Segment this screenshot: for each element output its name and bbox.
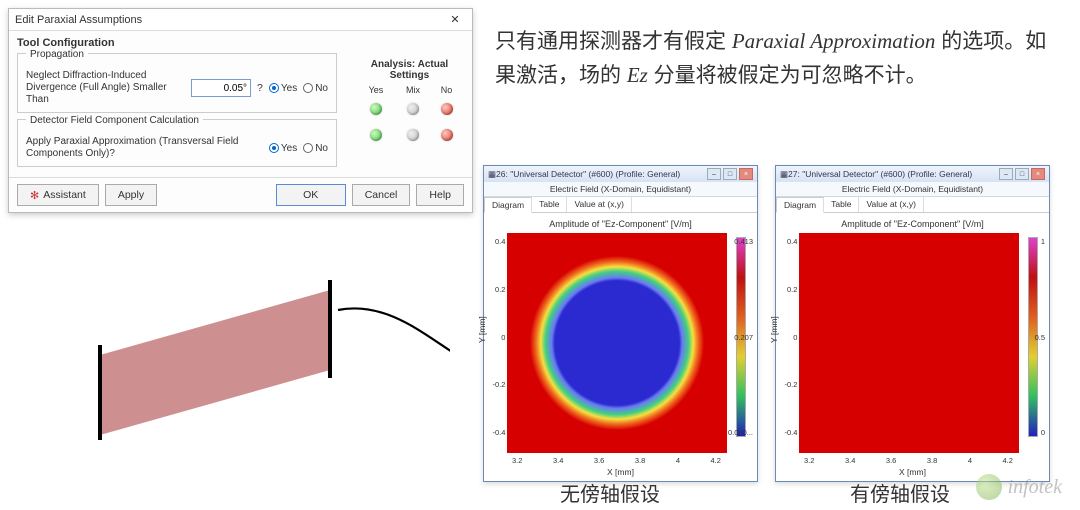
analysis-header: Analysis: Actual Settings <box>357 59 462 81</box>
neglect-no-radio[interactable]: No <box>303 83 328 94</box>
col-yes: Yes <box>357 83 395 97</box>
beam-shape <box>100 290 330 435</box>
analysis-row-2 <box>357 123 462 149</box>
x-axis-ticks: 3.2 3.4 3.6 3.8 4 4.2 <box>804 456 1013 465</box>
tab-value[interactable]: Value at (x,y) <box>567 197 631 212</box>
led-mix-icon <box>407 103 419 115</box>
divergence-angle-input[interactable] <box>191 79 251 97</box>
plot-window-paraxial: ▦ 27: "Universal Detector" (#600) (Profi… <box>775 165 1050 482</box>
minimize-icon[interactable]: – <box>999 168 1013 180</box>
help-button[interactable]: Help <box>416 184 464 206</box>
detector-calc-label: Detector Field Component Calculation <box>26 115 203 126</box>
led-mix-icon <box>407 129 419 141</box>
unit-help-icon[interactable]: ? <box>257 82 263 94</box>
explanation-text: 只有通用探测器才有假定 Paraxial Approximation 的选项。如… <box>495 25 1050 92</box>
assistant-button[interactable]: Assistant <box>17 184 99 206</box>
led-no-icon <box>441 103 453 115</box>
apply-button[interactable]: Apply <box>105 184 157 206</box>
colorbar-a: 0.413 0.207 0.000... <box>727 233 755 453</box>
watermark-logo-icon <box>976 474 1002 500</box>
apply-paraxial-label: Apply Paraxial Approximation (Transversa… <box>26 136 263 160</box>
colorbar-b: 1 0.5 0 <box>1019 233 1047 453</box>
led-no-icon <box>441 129 453 141</box>
plot-b-titlebar[interactable]: ▦ 27: "Universal Detector" (#600) (Profi… <box>776 166 1049 182</box>
propagation-group: Propagation Neglect Diffraction-Induced … <box>17 53 337 113</box>
y-axis-ticks: 0.4 0.2 0 -0.2 -0.4 <box>486 233 507 453</box>
plot-b-tabs: Diagram Table Value at (x,y) <box>776 197 1049 213</box>
heatmap-flat <box>799 233 1019 453</box>
close-icon[interactable]: × <box>739 168 753 180</box>
analysis-panel: Analysis: Actual Settings Yes Mix No <box>357 59 462 149</box>
col-mix: Mix <box>395 83 431 97</box>
plot-b-subhead: Electric Field (X-Domain, Equidistant) <box>776 182 1049 197</box>
tab-diagram[interactable]: Diagram <box>484 197 532 213</box>
plot-b-chart-title: Amplitude of "Ez-Component" [V/m] <box>778 219 1047 229</box>
plot-a-tabs: Diagram Table Value at (x,y) <box>484 197 757 213</box>
paraxial-yes-radio[interactable]: Yes <box>269 143 297 154</box>
plot-b-title: 27: "Universal Detector" (#600) (Profile… <box>788 169 997 179</box>
dialog-button-row: Assistant Apply OK Cancel Help <box>9 177 472 212</box>
plot-window-no-paraxial: ▦ 26: "Universal Detector" (#600) (Profi… <box>483 165 758 482</box>
x-axis-ticks: 3.2 3.4 3.6 3.8 4 4.2 <box>512 456 721 465</box>
tab-table[interactable]: Table <box>824 197 859 212</box>
plot-a-titlebar[interactable]: ▦ 26: "Universal Detector" (#600) (Profi… <box>484 166 757 182</box>
neglect-diffraction-label: Neglect Diffraction-Induced Divergence (… <box>26 70 185 106</box>
dialog-title: Edit Paraxial Assumptions <box>15 14 444 26</box>
y-axis-label: Y [mm] <box>769 316 779 343</box>
paraxial-no-radio[interactable]: No <box>303 143 328 154</box>
x-axis-label: X [mm] <box>486 467 755 477</box>
ok-button[interactable]: OK <box>276 184 346 206</box>
maximize-icon[interactable]: □ <box>1015 168 1029 180</box>
detector-calc-group: Detector Field Component Calculation App… <box>17 119 337 167</box>
heatmap-rings <box>507 233 727 453</box>
plot-a-chart-title: Amplitude of "Ez-Component" [V/m] <box>486 219 755 229</box>
tool-config-label: Tool Configuration <box>17 37 464 49</box>
tab-value[interactable]: Value at (x,y) <box>859 197 923 212</box>
caption-paraxial: 有傍轴假设 <box>850 478 950 507</box>
close-icon[interactable]: ✕ <box>444 11 466 29</box>
arrow-curve <box>338 308 450 360</box>
plot-a-title: 26: "Universal Detector" (#600) (Profile… <box>496 169 705 179</box>
close-icon[interactable]: × <box>1031 168 1045 180</box>
watermark: infotek <box>976 474 1062 500</box>
chart-icon: ▦ <box>488 169 496 180</box>
analysis-row-1 <box>357 97 462 123</box>
led-yes-icon <box>370 129 382 141</box>
beam-diagram <box>70 250 450 440</box>
maximize-icon[interactable]: □ <box>723 168 737 180</box>
dialog-titlebar[interactable]: Edit Paraxial Assumptions ✕ <box>9 9 472 31</box>
chart-icon: ▦ <box>780 169 788 180</box>
propagation-label: Propagation <box>26 49 88 60</box>
plot-a-subhead: Electric Field (X-Domain, Equidistant) <box>484 182 757 197</box>
col-no: No <box>431 83 462 97</box>
tab-diagram[interactable]: Diagram <box>776 197 824 213</box>
tab-table[interactable]: Table <box>532 197 567 212</box>
neglect-yes-radio[interactable]: Yes <box>269 83 297 94</box>
caption-no-paraxial: 无傍轴假设 <box>560 478 660 507</box>
led-yes-icon <box>370 103 382 115</box>
y-axis-label: Y [mm] <box>477 316 487 343</box>
y-axis-ticks: 0.4 0.2 0 -0.2 -0.4 <box>778 233 799 453</box>
paraxial-dialog: Edit Paraxial Assumptions ✕ Tool Configu… <box>8 8 473 213</box>
minimize-icon[interactable]: – <box>707 168 721 180</box>
cancel-button[interactable]: Cancel <box>352 184 411 206</box>
